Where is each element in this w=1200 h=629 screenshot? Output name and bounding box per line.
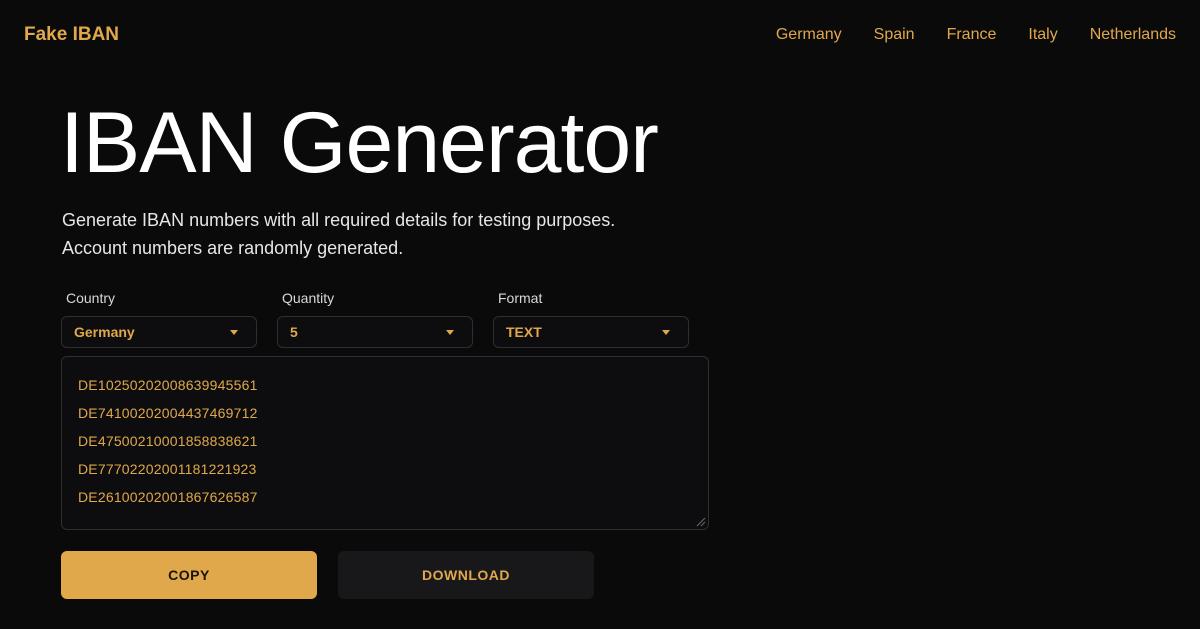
top-bar: Fake IBAN Germany Spain France Italy Net… (0, 0, 1200, 72)
nav-link-netherlands[interactable]: Netherlands (1090, 26, 1176, 44)
quantity-label: Quantity (282, 290, 335, 306)
page: Fake IBAN Germany Spain France Italy Net… (0, 0, 1200, 629)
iban-output-textarea[interactable]: DE10250202008639945561 DE741002020044374… (61, 356, 709, 530)
nav-link-italy[interactable]: Italy (1028, 26, 1057, 44)
country-select[interactable]: Germany (61, 316, 257, 348)
iban-line: DE26100202001867626587 (78, 489, 258, 505)
format-label: Format (498, 290, 543, 306)
country-label: Country (66, 290, 116, 306)
country-nav: Germany Spain France Italy Netherlands (776, 26, 1176, 44)
subtitle-line-2: Account numbers are randomly generated. (62, 238, 404, 258)
nav-link-germany[interactable]: Germany (776, 26, 842, 44)
copy-button[interactable]: COPY (61, 551, 317, 599)
resize-handle-icon[interactable] (694, 515, 706, 527)
download-button[interactable]: DOWNLOAD (338, 551, 594, 599)
format-select[interactable]: TEXT (493, 316, 689, 348)
nav-link-spain[interactable]: Spain (874, 26, 915, 44)
page-title: IBAN Generator (60, 95, 659, 191)
nav-link-france[interactable]: France (947, 26, 997, 44)
brand-logo-link[interactable]: Fake IBAN (24, 24, 119, 46)
format-select-value: TEXT (506, 324, 542, 340)
quantity-select[interactable]: 5 (277, 316, 473, 348)
chevron-down-icon (230, 329, 238, 335)
country-select-value: Germany (74, 324, 135, 340)
quantity-select-value: 5 (290, 324, 298, 340)
iban-line: DE77702202001181221923 (78, 461, 257, 477)
chevron-down-icon (662, 329, 670, 335)
iban-line: DE10250202008639945561 (78, 377, 258, 393)
iban-line: DE74100202004437469712 (78, 405, 258, 421)
subtitle-line-1: Generate IBAN numbers with all required … (62, 210, 616, 230)
page-subtitle: Generate IBAN numbers with all required … (62, 206, 702, 262)
iban-line: DE47500210001858838621 (78, 433, 258, 449)
chevron-down-icon (446, 329, 454, 335)
